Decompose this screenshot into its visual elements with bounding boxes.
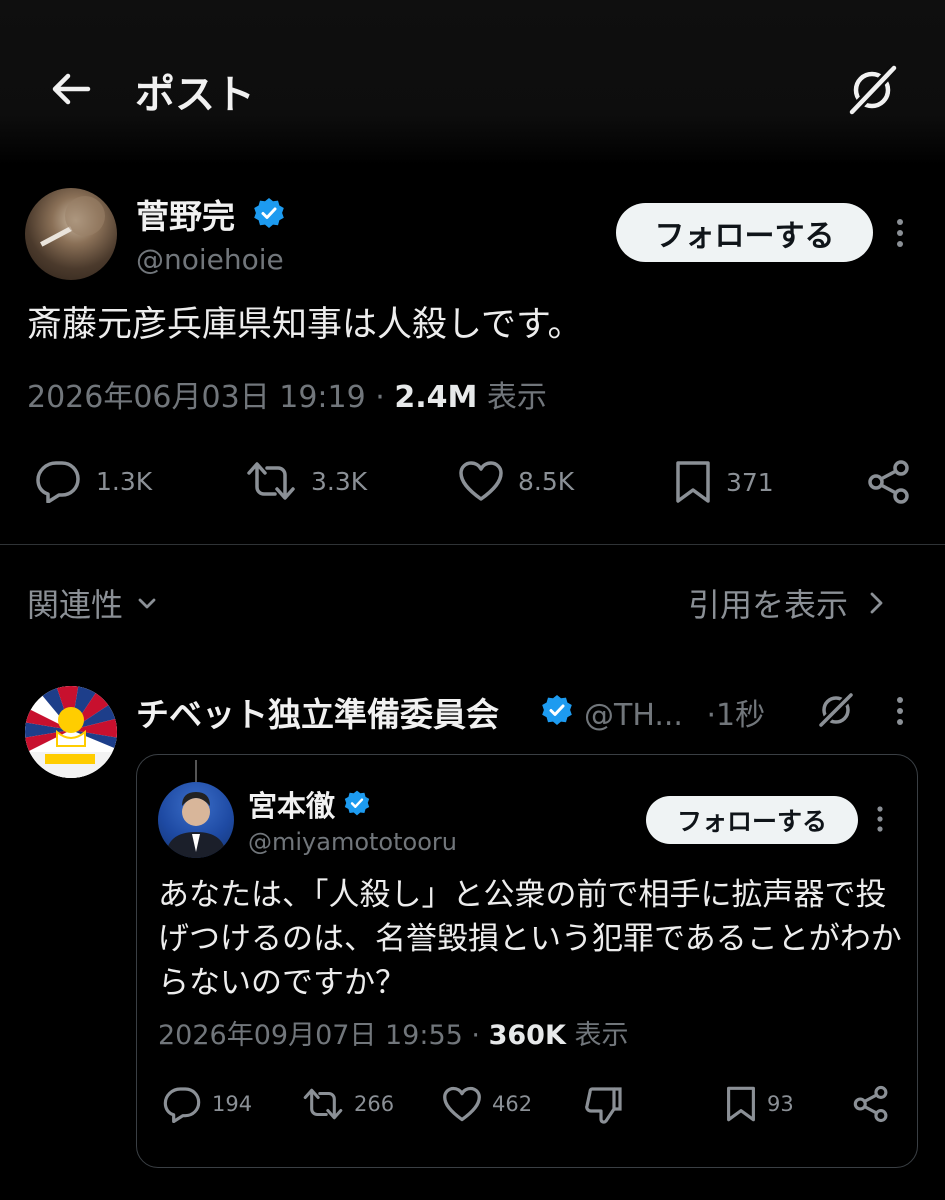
reply-icon: [36, 461, 80, 503]
chevron-down-icon: [138, 598, 156, 609]
verified-badge-icon: [540, 693, 574, 727]
quoted-share-icon[interactable]: [852, 1085, 890, 1123]
post-text: 斎藤元彦兵庫県知事は人殺しです。: [27, 305, 583, 345]
more-options-icon[interactable]: [894, 216, 906, 250]
heart-icon: [443, 1086, 481, 1122]
repost-icon: [303, 1088, 343, 1120]
meta-separator: ·: [375, 380, 385, 415]
quoted-post-text: あなたは、「人殺し」と公衆の前で相手に拡声器で投げつけるのは、名誉毀損という犯罪…: [158, 877, 902, 1001]
quoted-follow-button[interactable]: フォローする: [646, 796, 858, 844]
like-button[interactable]: 8.5K: [458, 459, 574, 503]
sort-dropdown[interactable]: 関連性: [27, 580, 159, 626]
follow-button[interactable]: フォローする: [616, 203, 873, 262]
quoted-reply-button[interactable]: 194: [162, 1085, 252, 1123]
quoted-like-button[interactable]: 462: [442, 1085, 532, 1123]
quoted-reply-count: 194: [212, 1092, 253, 1116]
repost-icon: [247, 462, 295, 500]
quoted-author-avatar[interactable]: [158, 782, 234, 858]
reply-icon: [163, 1087, 201, 1123]
reply-count: 1.3K: [96, 466, 153, 496]
quoted-post-meta: 2026年09月07日 19:55 · 360K 表示: [158, 1013, 629, 1052]
reply-more-options-icon[interactable]: [894, 694, 906, 728]
verified-badge-icon: [252, 196, 286, 230]
back-arrow-icon[interactable]: [48, 66, 94, 112]
reply-handle-time: @TH... ·1秒: [584, 690, 765, 734]
bookmark-button[interactable]: 371: [674, 459, 774, 505]
share-icon[interactable]: [866, 459, 912, 505]
quoted-more-options-icon[interactable]: [875, 804, 885, 834]
reply-time: ·1秒: [706, 698, 766, 733]
chevron-right-icon: [870, 592, 883, 614]
author-avatar[interactable]: [25, 188, 117, 280]
reply-author-avatar[interactable]: [25, 686, 117, 778]
grok-icon[interactable]: [844, 62, 900, 118]
view-quotes-link[interactable]: 引用を表示: [688, 580, 888, 626]
author-handle[interactable]: @noiehoie: [136, 243, 284, 276]
thread-line: [195, 760, 197, 782]
sort-label: 関連性: [27, 586, 124, 624]
quoted-repost-count: 266: [354, 1092, 395, 1116]
page-title: ポスト: [135, 72, 255, 118]
reply-author-name[interactable]: チベット独立準備委員会: [136, 688, 499, 736]
post-meta: 2026年06月03日 19:19 · 2.4M 表示: [27, 372, 547, 416]
view-label: 表示: [486, 380, 547, 415]
grok-icon[interactable]: [816, 690, 856, 730]
quoted-bookmark-count: 93: [767, 1092, 794, 1116]
reply-button[interactable]: 1.3K: [34, 459, 152, 503]
quoted-like-count: 462: [492, 1092, 533, 1116]
like-count: 8.5K: [518, 466, 575, 496]
quoted-author-name[interactable]: 宮本徹: [248, 783, 335, 825]
meta-separator: ·: [471, 1020, 481, 1051]
downvote-icon[interactable]: [582, 1085, 624, 1125]
post-date[interactable]: 2026年06月03日 19:19: [27, 380, 366, 415]
quoted-view-label: 表示: [574, 1020, 629, 1051]
author-name[interactable]: 菅野完: [136, 190, 235, 238]
bookmark-icon: [727, 1086, 755, 1122]
quoted-author-handle[interactable]: @miyamototooru: [248, 828, 457, 856]
repost-button[interactable]: 3.3K: [245, 459, 367, 503]
quoted-view-count: 360K: [488, 1020, 566, 1051]
view-quotes-label: 引用を表示: [688, 586, 849, 624]
quoted-post-date[interactable]: 2026年09月07日 19:55: [158, 1020, 463, 1051]
section-divider: [0, 544, 945, 545]
bookmark-count: 371: [726, 467, 774, 497]
repost-count: 3.3K: [311, 466, 368, 496]
bookmark-icon: [676, 461, 710, 503]
view-count: 2.4M: [394, 380, 478, 415]
heart-icon: [459, 461, 503, 501]
verified-badge-icon: [343, 789, 371, 817]
quoted-bookmark-button[interactable]: 93: [725, 1085, 794, 1123]
reply-handle[interactable]: @TH...: [584, 698, 683, 733]
quoted-repost-button[interactable]: 266: [302, 1085, 394, 1123]
